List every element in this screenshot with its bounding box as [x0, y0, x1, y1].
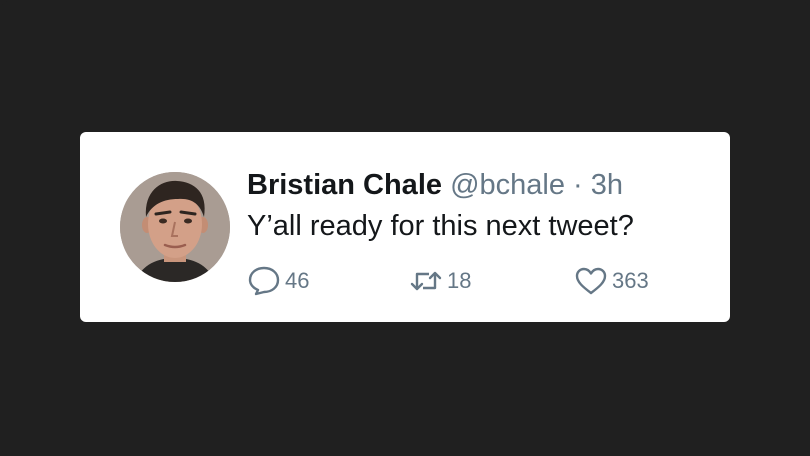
tweet-header: Bristian Chale @bchale · 3h — [247, 168, 623, 202]
separator: · — [573, 169, 583, 201]
retweet-icon — [410, 271, 442, 291]
like-count: 363 — [612, 268, 649, 293]
author-handle[interactable]: @bchale — [450, 169, 565, 201]
avatar[interactable] — [120, 172, 230, 282]
tweet-actions: 46 18 363 — [247, 265, 707, 297]
like-button[interactable]: 363 — [574, 265, 649, 297]
avatar-photo — [120, 172, 230, 282]
retweet-button[interactable]: 18 — [409, 265, 471, 297]
author-name[interactable]: Bristian Chale — [247, 169, 442, 201]
tweet-text: Y’all ready for this next tweet? — [247, 210, 634, 242]
reply-count: 46 — [285, 268, 310, 293]
heart-icon — [575, 267, 607, 295]
page-background: Bristian Chale @bchale · 3h Y’all ready … — [0, 0, 810, 456]
timestamp[interactable]: 3h — [591, 169, 623, 201]
retweet-count: 18 — [447, 268, 472, 293]
comment-bubble-icon — [248, 266, 280, 296]
tweet-card[interactable]: Bristian Chale @bchale · 3h Y’all ready … — [80, 132, 730, 322]
reply-button[interactable]: 46 — [247, 265, 309, 297]
